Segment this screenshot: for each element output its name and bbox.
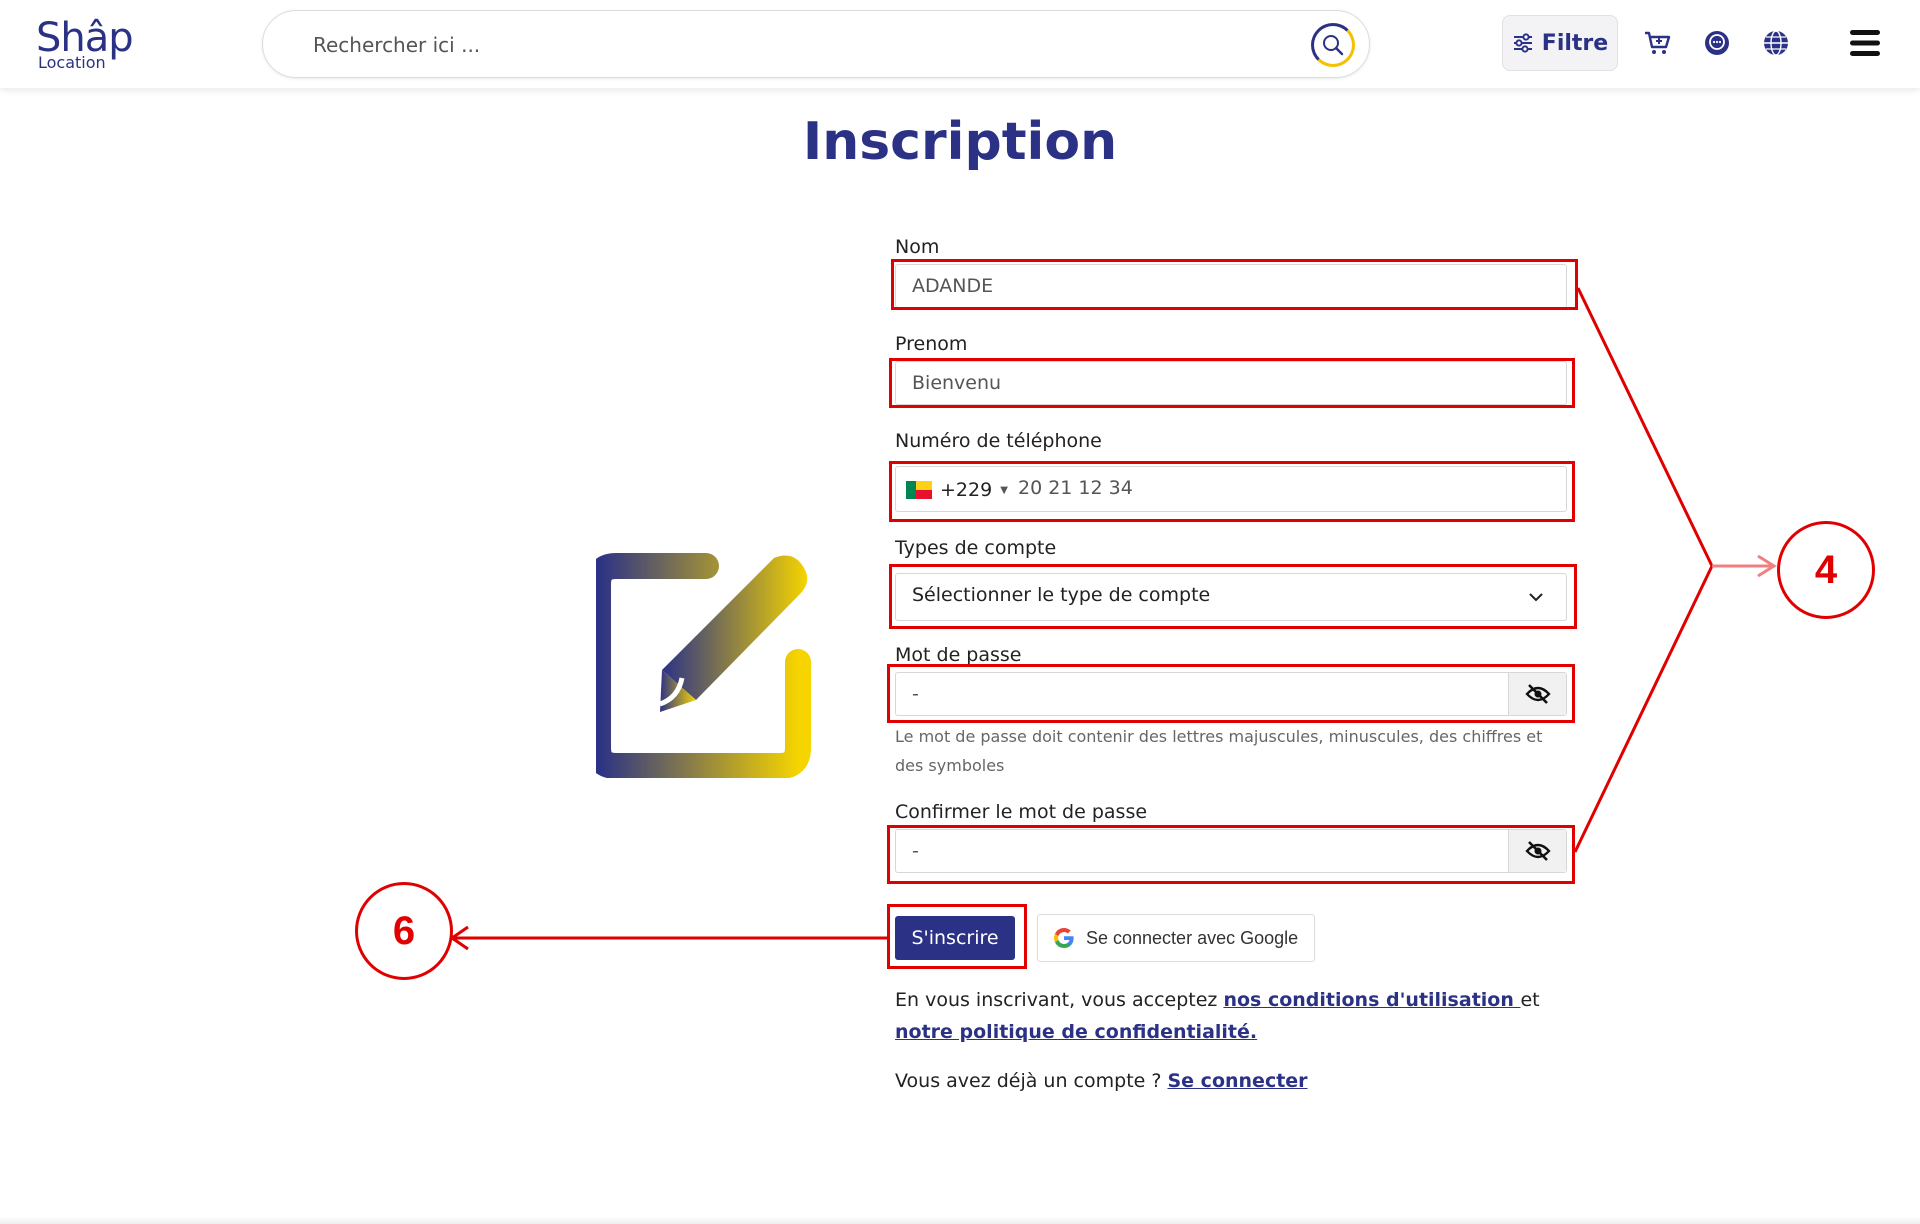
confirm-password-label: Confirmer le mot de passe bbox=[895, 801, 1148, 823]
annotation-box-nom bbox=[891, 259, 1578, 310]
logo-sub-text: Location bbox=[38, 53, 106, 72]
chat-button[interactable] bbox=[1702, 28, 1732, 58]
google-signin-button[interactable]: Se connecter avec Google bbox=[1037, 914, 1315, 962]
footer-edge bbox=[0, 1216, 1920, 1224]
search-button[interactable] bbox=[1311, 23, 1355, 67]
top-header: Shâp Location Filtre bbox=[0, 0, 1920, 88]
prenom-label: Prenom bbox=[895, 333, 968, 355]
terms-mid: et bbox=[1520, 989, 1540, 1011]
chat-icon bbox=[1705, 31, 1729, 55]
terms-of-use-link[interactable]: nos conditions d'utilisation bbox=[1223, 989, 1520, 1011]
terms-text: En vous inscrivant, vous acceptez nos co… bbox=[895, 984, 1595, 1048]
filter-button[interactable]: Filtre bbox=[1502, 15, 1618, 71]
menu-button[interactable] bbox=[1848, 28, 1882, 58]
annotation-box-confirm bbox=[887, 825, 1575, 884]
annotation-box-prenom bbox=[889, 358, 1575, 408]
annotation-box-submit bbox=[887, 904, 1027, 969]
annotation-box-password bbox=[887, 664, 1575, 723]
login-link[interactable]: Se connecter bbox=[1168, 1070, 1308, 1092]
login-prompt: Vous avez déjà un compte ? Se connecter bbox=[895, 1070, 1308, 1092]
password-label: Mot de passe bbox=[895, 644, 1022, 666]
privacy-policy-link[interactable]: notre politique de confidentialité. bbox=[895, 1021, 1257, 1043]
search-icon bbox=[1323, 35, 1344, 56]
globe-icon bbox=[1764, 30, 1788, 56]
page-title: Inscription bbox=[802, 112, 1118, 172]
shap-location-logo[interactable]: Shâp Location bbox=[36, 16, 136, 74]
callout-6: 6 bbox=[355, 882, 453, 980]
language-button[interactable] bbox=[1761, 28, 1791, 58]
sliders-icon bbox=[1513, 33, 1532, 53]
google-icon bbox=[1054, 928, 1074, 948]
google-button-label: Se connecter avec Google bbox=[1086, 927, 1299, 948]
annotation-box-phone bbox=[889, 461, 1575, 522]
filter-label: Filtre bbox=[1541, 30, 1609, 56]
annotation-box-account-type bbox=[889, 564, 1577, 629]
login-prefix: Vous avez déjà un compte ? bbox=[895, 1070, 1168, 1092]
account-type-label: Types de compte bbox=[895, 537, 1057, 559]
phone-label: Numéro de téléphone bbox=[895, 430, 1102, 452]
terms-prefix: En vous inscrivant, vous acceptez bbox=[895, 989, 1224, 1011]
search-bar bbox=[262, 10, 1370, 78]
callout-4: 4 bbox=[1777, 521, 1875, 619]
edit-form-illustration bbox=[596, 553, 811, 778]
cart-icon bbox=[1645, 31, 1671, 54]
nom-label: Nom bbox=[895, 236, 940, 258]
menu-icon bbox=[1850, 30, 1880, 56]
search-input[interactable] bbox=[313, 29, 1213, 61]
password-hint: Le mot de passe doit contenir des lettre… bbox=[895, 727, 1543, 775]
cart-button[interactable] bbox=[1642, 28, 1672, 58]
